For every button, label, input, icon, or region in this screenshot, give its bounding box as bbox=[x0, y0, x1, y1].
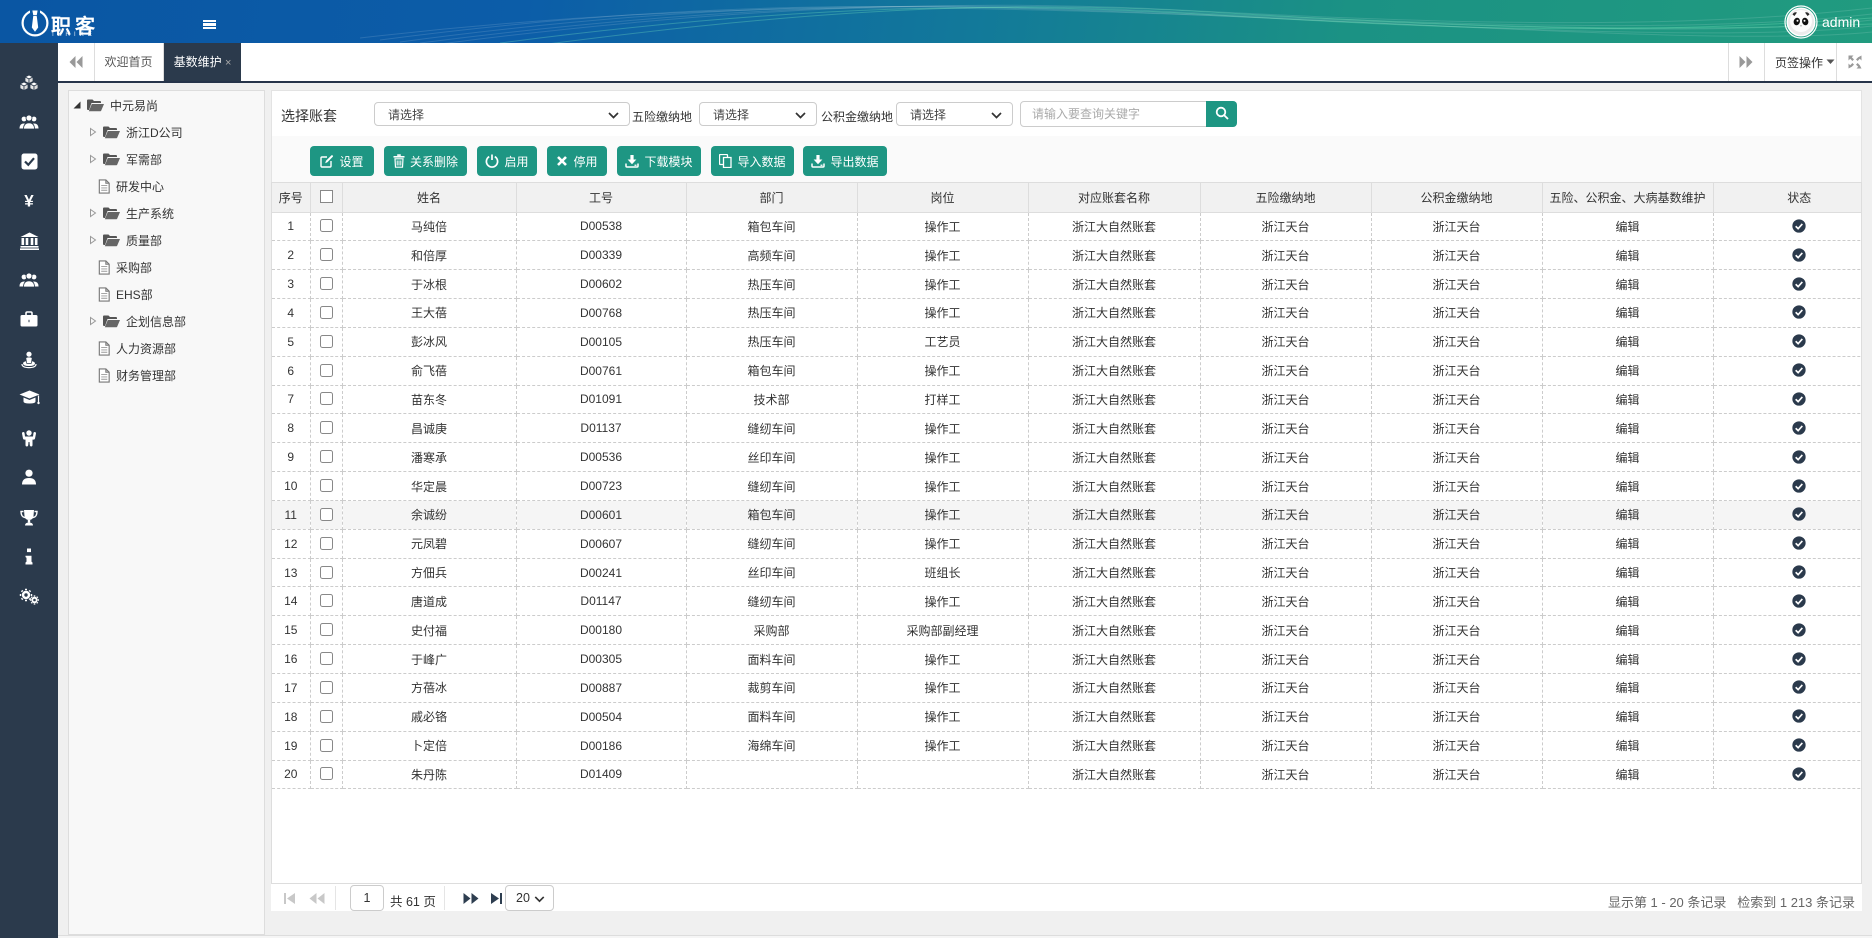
svg-text:¥: ¥ bbox=[24, 192, 34, 209]
